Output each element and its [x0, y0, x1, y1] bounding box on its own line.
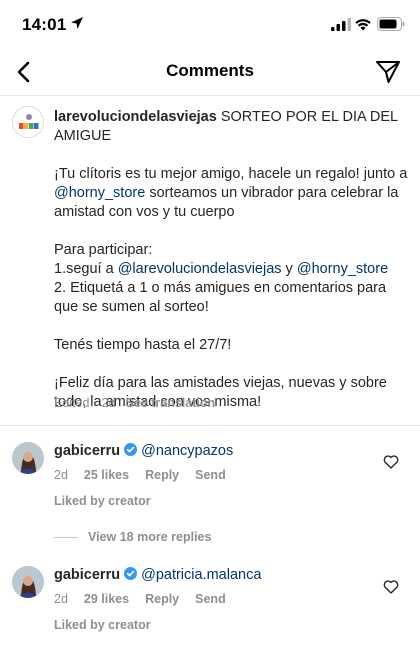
likes-count[interactable]: 29 likes	[84, 592, 129, 606]
comment-time: 2d	[54, 592, 68, 606]
comment: gabicerru @nancypazos 2d 25 likes Reply Send…	[0, 426, 420, 526]
comment-username[interactable]: gabicerru	[54, 567, 120, 583]
view-replies-label: View 18 more replies	[88, 530, 212, 544]
profile-photo-icon	[12, 566, 44, 598]
profile-photo-icon	[12, 442, 44, 474]
status-time: 14:01	[22, 15, 67, 34]
wifi-icon	[355, 19, 371, 31]
mention-link[interactable]: @patricia.malanca	[141, 567, 261, 583]
liked-by-creator: Liked by creator	[54, 494, 151, 508]
reply-button[interactable]: Reply	[145, 468, 179, 482]
comment-meta: 2d 29 likes Reply Send	[54, 592, 242, 606]
battery-icon	[377, 17, 405, 31]
paper-plane-icon[interactable]	[374, 58, 402, 86]
lrdv-logo-icon	[13, 107, 43, 137]
nav-bar: Comments	[0, 48, 420, 96]
verified-badge-icon	[124, 443, 138, 456]
comment: gabicerru @patricia.malanca 2d 29 likes Rep…	[0, 552, 420, 652]
avatar[interactable]	[12, 566, 44, 598]
caption-step-2: 2. Etiquetá a 1 o más amigues en comenta…	[54, 280, 391, 315]
comment-username[interactable]: gabicerru	[54, 443, 120, 459]
comment-line: gabicerru @nancypazos	[54, 443, 233, 459]
mention-link[interactable]: @larevoluciondelasviejas	[118, 261, 282, 277]
mention-link[interactable]: @horny_store	[54, 185, 145, 201]
cellular-signal-icon	[331, 18, 351, 31]
caption-participation-intro: Para participar:	[54, 242, 153, 258]
verified-badge-icon	[124, 567, 138, 580]
send-button[interactable]: Send	[195, 592, 226, 606]
heart-icon[interactable]	[383, 579, 399, 594]
caption-username[interactable]: larevoluciondelasviejas	[54, 109, 217, 125]
mention-link[interactable]: @horny_store	[297, 261, 388, 277]
caption-time: 2d	[101, 396, 116, 410]
likes-count[interactable]: 25 likes	[84, 468, 129, 482]
caption-meta: Edited · 2d See translation	[54, 396, 215, 410]
page-title: Comments	[166, 61, 254, 80]
caption-text: larevoluciondelasviejas SORTEO POR EL DI…	[54, 108, 409, 412]
caption-step-1: 1.seguí a	[54, 261, 118, 277]
avatar[interactable]	[12, 442, 44, 474]
see-translation-button[interactable]: See translation	[126, 396, 216, 410]
mention-link[interactable]: @nancypazos	[141, 443, 233, 459]
caption-paragraph-1a: ¡Tu clítoris es tu mejor amigo, hacele u…	[54, 166, 412, 182]
caption-conjunction: y	[281, 261, 297, 277]
heart-icon[interactable]	[383, 454, 399, 469]
view-more-replies-button[interactable]: View 18 more replies	[54, 529, 211, 545]
separator-dot: ·	[93, 396, 98, 410]
liked-by-creator: Liked by creator	[54, 618, 151, 632]
reply-button[interactable]: Reply	[145, 592, 179, 606]
comment-line: gabicerru @patricia.malanca	[54, 567, 261, 583]
send-button[interactable]: Send	[195, 468, 226, 482]
edited-label: Edited	[54, 396, 90, 410]
location-arrow-icon	[71, 17, 83, 29]
status-bar: 14:01	[0, 0, 420, 48]
divider	[54, 536, 78, 538]
avatar[interactable]	[12, 106, 44, 138]
caption-deadline: Tenés tiempo hasta el 27/7!	[54, 337, 232, 353]
comment-time: 2d	[54, 468, 68, 482]
post-caption: larevoluciondelasviejas SORTEO POR EL DI…	[0, 96, 420, 426]
comment-meta: 2d 25 likes Reply Send	[54, 468, 242, 482]
